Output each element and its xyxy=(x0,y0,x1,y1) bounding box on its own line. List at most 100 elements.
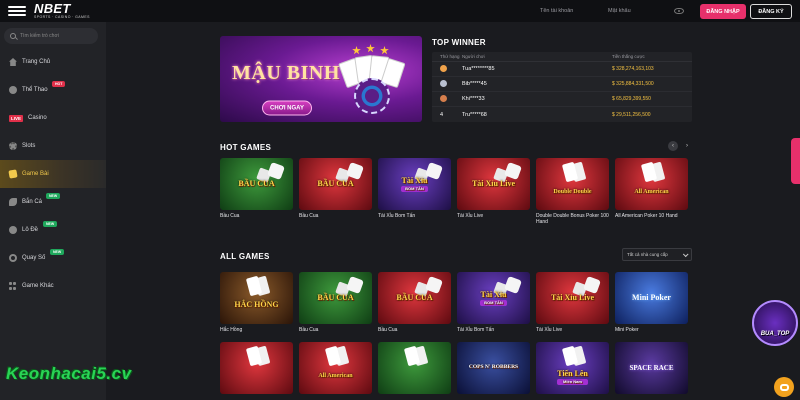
game-card[interactable]: BẦU CUA Bầu Cua xyxy=(220,158,293,226)
game-thumbnail[interactable]: BẦU CUA xyxy=(378,272,451,324)
column-header: Tiền thắng cược xyxy=(612,54,645,59)
all-games-title: ALL GAMES xyxy=(220,252,270,261)
game-thumbnail[interactable]: All American xyxy=(299,342,372,394)
thumb-title: COPS N' ROBBERS xyxy=(468,364,519,371)
star-icon xyxy=(380,46,389,55)
column-header: Thứ hạng xyxy=(440,54,460,59)
game-thumbnail[interactable]: Mini Poker xyxy=(615,272,688,324)
player-name: Tru*****68 xyxy=(462,111,487,118)
hot-games-nav: ‹ › xyxy=(668,141,692,151)
new-badge: NEW xyxy=(50,249,65,255)
game-card[interactable]: BẦU CUA Bầu Cua xyxy=(299,158,372,226)
hamburger-menu-icon[interactable] xyxy=(8,4,26,18)
show-password-icon[interactable] xyxy=(674,8,684,14)
chevron-left-icon[interactable]: ‹ xyxy=(668,141,678,151)
dice-icon xyxy=(267,162,285,180)
sidebar-item-fishing[interactable]: Bắn Cá NEW xyxy=(0,188,106,216)
sidebar-item-casino[interactable]: LIVE Casino xyxy=(0,104,106,132)
side-promo-tab[interactable] xyxy=(791,138,800,184)
game-search[interactable]: Tìm kiếm trò chơi xyxy=(4,28,98,44)
playing-card-icon xyxy=(245,345,263,367)
chevron-right-icon[interactable]: › xyxy=(682,141,692,151)
game-thumbnail[interactable]: BẦU CUA xyxy=(220,158,293,210)
playing-card-icon xyxy=(561,161,579,183)
thumb-title: Tài Xỉu Live xyxy=(471,179,516,188)
sidebar-item-sports[interactable]: Thể Thao HOT xyxy=(0,76,106,104)
play-now-button[interactable]: CHƠI NGAY xyxy=(262,100,312,116)
game-thumbnail[interactable]: BẦU CUA xyxy=(299,158,372,210)
game-card[interactable]: HẮC HỒNG Hắc Hồng xyxy=(220,272,293,333)
game-name: Tài Xỉu Live xyxy=(457,213,484,219)
sidebar-item-slots[interactable]: Slots xyxy=(0,132,106,160)
game-thumbnail[interactable]: Tài Xỉu Live xyxy=(536,272,609,324)
game-thumbnail[interactable]: Double Double xyxy=(536,158,609,210)
game-card[interactable]: Tiến Lên Miền Nam xyxy=(536,342,609,394)
table-row: Khi****33 65,829,399,550 xyxy=(432,92,692,107)
game-card[interactable]: Tài Xỉu BOM TẤN Tài Xỉu Bom Tấn xyxy=(457,272,530,333)
thumb-title: Tài Xỉu Live xyxy=(550,293,595,302)
sidebar-item-lottery[interactable]: Lô Đề NEW xyxy=(0,216,106,244)
game-card[interactable]: All American All American Poker 10 Hand xyxy=(615,158,688,226)
thumb-subtitle: BOM TẤN xyxy=(480,299,507,306)
game-thumbnail[interactable]: HẮC HỒNG xyxy=(220,272,293,324)
register-button[interactable]: ĐĂNG KÝ xyxy=(750,4,792,19)
sidebar-item-home[interactable]: Trang Chủ xyxy=(0,48,106,76)
sidebar-item-label: Bắn Cá xyxy=(22,199,43,205)
game-thumbnail[interactable] xyxy=(378,342,451,394)
game-card[interactable]: Mini Poker Mini Poker xyxy=(615,272,688,333)
star-icon xyxy=(352,46,361,55)
sidebar-item-other-games[interactable]: Game Khác xyxy=(0,272,106,300)
game-name: Double Double Bonus Poker 100 Hand xyxy=(536,213,609,226)
game-card[interactable]: All American xyxy=(299,342,372,394)
game-thumbnail[interactable]: Tài Xỉu BOM TẤN xyxy=(457,272,530,324)
thumb-title: BẦU CUA xyxy=(396,293,433,302)
game-thumbnail[interactable]: SPACE RACE xyxy=(615,342,688,394)
sidebar-item-card-games[interactable]: Game Bài xyxy=(0,160,106,188)
game-card[interactable]: SPACE RACE xyxy=(615,342,688,394)
username-input[interactable] xyxy=(538,4,600,18)
password-input[interactable] xyxy=(606,4,668,18)
promo-badge-label: BUA_TOP xyxy=(760,331,790,337)
win-amount: 65,829,399,550 xyxy=(612,96,692,102)
live-chat-button[interactable] xyxy=(774,377,794,397)
sidebar-item-label: Game Khác xyxy=(22,283,54,289)
game-card[interactable]: BẦU CUA Bầu Cua xyxy=(378,272,451,333)
game-card[interactable]: Tài Xỉu BOM TẤN Tài Xỉu Bom Tấn xyxy=(378,158,451,226)
game-card[interactable]: BẦU CUA Bầu Cua xyxy=(299,272,372,333)
all-games-row: HẮC HỒNG Hắc Hồng BẦU CUA Bầu Cua BẦU CU… xyxy=(220,272,688,333)
search-icon xyxy=(10,33,16,39)
promo-badge[interactable]: BUA_TOP xyxy=(752,300,798,346)
login-button[interactable]: ĐĂNG NHẬP xyxy=(700,4,746,19)
game-thumbnail[interactable]: Tiến Lên Miền Nam xyxy=(536,342,609,394)
game-thumbnail[interactable]: BẦU CUA xyxy=(299,272,372,324)
sidebar-item-lucky-draw[interactable]: Quay Số NEW xyxy=(0,244,106,272)
game-thumbnail[interactable]: Tài Xỉu Live xyxy=(457,158,530,210)
win-amount: 328,274,163,103 xyxy=(612,66,692,72)
game-thumbnail[interactable]: Tài Xỉu BOM TẤN xyxy=(378,158,451,210)
dice-icon xyxy=(583,276,601,294)
game-thumbnail[interactable] xyxy=(220,342,293,394)
provider-filter-select[interactable]: Tất cả nhà cung cấp xyxy=(622,248,692,261)
thumb-title: Tài Xỉu BOM TẤN xyxy=(401,176,428,192)
site-logo[interactable]: NBET SPORTS · CASINO · GAMES xyxy=(34,2,90,20)
game-card[interactable]: Tài Xỉu Live Tài Xỉu Live xyxy=(536,272,609,333)
login-form xyxy=(538,4,688,18)
player-name: Tua********85 xyxy=(462,66,495,72)
top-winner-title: TOP WINNER xyxy=(432,38,486,47)
game-card[interactable]: COPS N' ROBBERS xyxy=(457,342,530,394)
game-card[interactable] xyxy=(220,342,293,394)
game-name: Bầu Cua xyxy=(220,213,240,219)
game-card[interactable]: Double Double Double Double Bonus Poker … xyxy=(536,158,609,226)
game-thumbnail[interactable]: COPS N' ROBBERS xyxy=(457,342,530,394)
banner-title: MẬU BINH xyxy=(232,62,340,84)
game-thumbnail[interactable]: All American xyxy=(615,158,688,210)
thumb-title: All American xyxy=(318,373,353,379)
playing-card-icon xyxy=(403,345,421,367)
thumb-title: SPACE RACE xyxy=(629,363,674,372)
mau-binh-banner[interactable]: MẬU BINH CHƠI NGAY xyxy=(220,36,422,122)
game-card[interactable] xyxy=(378,342,451,394)
dice-icon xyxy=(504,162,522,180)
thumb-title-main: Tiến Lên xyxy=(557,368,588,378)
game-card[interactable]: Tài Xỉu Live Tài Xỉu Live xyxy=(457,158,530,226)
sidebar-item-label: Quay Số xyxy=(22,255,46,261)
